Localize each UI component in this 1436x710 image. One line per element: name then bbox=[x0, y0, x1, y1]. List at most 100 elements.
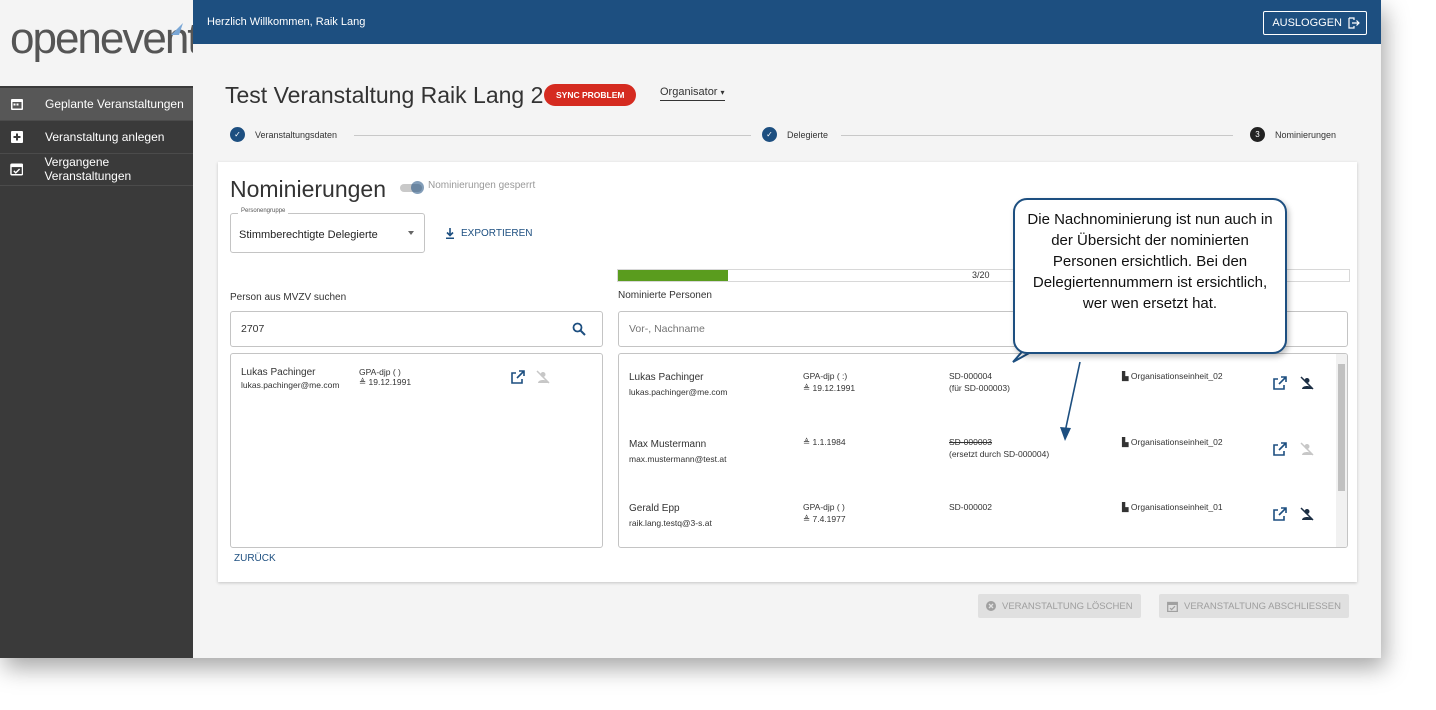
top-bar: Herzlich Willkommen, Raik Lang AUSLOGGEN bbox=[193, 0, 1381, 44]
birth-date: 7.4.1977 bbox=[812, 514, 846, 524]
calendar-check-icon bbox=[1167, 601, 1178, 612]
sync-problem-badge[interactable]: SYNC PROBLEM bbox=[544, 84, 637, 106]
table-row: Lukas Pachinger lukas.pachinger@me.com G… bbox=[619, 362, 1319, 424]
person-email: lukas.pachinger@me.com bbox=[241, 380, 340, 390]
person-icon: ≜ bbox=[803, 383, 811, 393]
progress-fill bbox=[618, 270, 728, 281]
step-label: Veranstaltungsdaten bbox=[255, 129, 338, 140]
birth-date: 19.12.1991 bbox=[368, 377, 412, 387]
table-row: Max Mustermann max.mustermann@test.at ≜ … bbox=[619, 426, 1319, 488]
step-label: Delegierte bbox=[787, 129, 829, 140]
step-nominierungen[interactable]: 3 Nominierungen bbox=[1250, 127, 1336, 142]
remove-nomination-icon[interactable] bbox=[1300, 376, 1314, 390]
scrollbar-thumb[interactable] bbox=[1338, 364, 1345, 491]
export-label: EXPORTIEREN bbox=[461, 228, 533, 239]
logo[interactable]: openevents bbox=[0, 0, 220, 86]
open-external-icon[interactable] bbox=[1273, 442, 1287, 456]
chevron-down-icon: ▾ bbox=[720, 88, 725, 97]
event-title: Test Veranstaltung Raik Lang 2 bbox=[225, 82, 544, 108]
remove-nomination-icon[interactable] bbox=[1300, 507, 1314, 521]
sidebar-item-geplante[interactable]: Geplante Veranstaltungen bbox=[0, 88, 193, 121]
open-external-icon[interactable] bbox=[1273, 507, 1287, 521]
step-veranstaltungsdaten[interactable]: ✓ Veranstaltungsdaten bbox=[230, 127, 337, 142]
delegate-number-text: SD-000003 bbox=[949, 437, 993, 447]
person-name: Gerald Epp bbox=[629, 503, 680, 514]
person-birth: ≜ 19.12.1991 bbox=[803, 382, 855, 395]
sidebar-item-vergangene[interactable]: Vergangene Veranstaltungen bbox=[0, 153, 193, 186]
person-off-icon bbox=[536, 370, 550, 384]
nominated-list: Lukas Pachinger lukas.pachinger@me.com G… bbox=[618, 353, 1348, 548]
logo-mark-icon bbox=[171, 23, 183, 35]
export-button[interactable]: EXPORTIEREN bbox=[445, 228, 533, 239]
progress-text: 3/20 bbox=[972, 270, 990, 280]
person-icon: ≜ bbox=[803, 514, 811, 524]
delete-event-button[interactable]: VERANSTALTUNG LÖSCHEN bbox=[978, 594, 1141, 618]
person-email: raik.lang.testq@3-s.at bbox=[629, 518, 712, 528]
person-birth: ≜ 19.12.1991 bbox=[359, 376, 411, 389]
toggle-knob bbox=[411, 181, 424, 194]
person-name: Lukas Pachinger bbox=[629, 372, 704, 383]
person-search-field[interactable] bbox=[230, 311, 603, 347]
sidebar-item-label: Vergangene Veranstaltungen bbox=[44, 155, 132, 183]
delegate-number: SD-000002 bbox=[949, 502, 993, 512]
open-external-icon[interactable] bbox=[1273, 376, 1287, 390]
calendar-icon bbox=[11, 99, 23, 110]
org-unit-label: Organisationseinheit_02 bbox=[1130, 437, 1223, 447]
lock-toggle-label: Nominierungen gesperrt bbox=[428, 180, 536, 191]
logout-label: AUSLOGGEN bbox=[1272, 17, 1342, 29]
person-icon: ≜ bbox=[803, 437, 811, 447]
check-circle-icon: ✓ bbox=[762, 127, 777, 142]
step-delegierte[interactable]: ✓ Delegierte bbox=[762, 127, 828, 142]
person-email: lukas.pachinger@me.com bbox=[629, 387, 728, 397]
cancel-circle-icon bbox=[986, 601, 996, 611]
step-label: Nominierungen bbox=[1275, 129, 1337, 140]
open-external-icon[interactable] bbox=[511, 370, 525, 384]
building-icon: ▙ bbox=[1122, 502, 1129, 512]
calendar-check-icon bbox=[10, 163, 24, 176]
logout-button[interactable]: AUSLOGGEN bbox=[1263, 11, 1367, 35]
nominated-filter-input[interactable] bbox=[627, 322, 931, 336]
group-legend: Personengruppe bbox=[238, 208, 289, 214]
person-birth: ≜ 7.4.1977 bbox=[803, 513, 846, 526]
logo-text: openevents bbox=[10, 14, 220, 63]
role-dropdown[interactable]: Organisator ▾ bbox=[660, 86, 725, 101]
close-event-label: VERANSTALTUNG ABSCHLIESSEN bbox=[1184, 600, 1341, 612]
person-birth: ≜ 1.1.1984 bbox=[803, 436, 846, 449]
nominations-title: Nominierungen bbox=[230, 176, 386, 202]
step-connector bbox=[354, 135, 751, 136]
check-circle-icon: ✓ bbox=[230, 127, 245, 142]
close-event-button[interactable]: VERANSTALTUNG ABSCHLIESSEN bbox=[1159, 594, 1349, 618]
org-unit-label: Organisationseinheit_01 bbox=[1130, 502, 1223, 512]
logout-icon bbox=[1348, 17, 1360, 29]
org-unit: ▙ Organisationseinheit_02 bbox=[1122, 436, 1223, 449]
group-value: Stimmberechtigte Delegierte bbox=[239, 229, 378, 241]
step-connector bbox=[841, 135, 1233, 136]
nominated-label: Nominierte Personen bbox=[618, 290, 712, 301]
lock-toggle[interactable] bbox=[400, 181, 424, 194]
delete-event-label: VERANSTALTUNG LÖSCHEN bbox=[1002, 600, 1133, 612]
nominated-list-scrollbar[interactable] bbox=[1336, 354, 1347, 547]
sidebar-item-anlegen[interactable]: Veranstaltung anlegen bbox=[0, 121, 193, 154]
delegate-note: (für SD-000003) bbox=[949, 383, 1010, 393]
org-unit: ▙ Organisationseinheit_02 bbox=[1122, 370, 1223, 383]
welcome-text: Herzlich Willkommen, Raik Lang bbox=[207, 16, 366, 28]
annotation-callout: Die Nachnominierung ist nun auch in der … bbox=[1013, 198, 1287, 354]
role-label: Organisator bbox=[660, 86, 718, 98]
remove-nomination-disabled-icon bbox=[1300, 442, 1314, 456]
callout-text: Die Nachnominierung ist nun auch in der … bbox=[1027, 211, 1273, 312]
person-search-input[interactable] bbox=[239, 322, 543, 336]
search-results-list: Lukas Pachinger lukas.pachinger@me.com G… bbox=[230, 353, 603, 548]
building-icon: ▙ bbox=[1122, 437, 1129, 447]
group-select[interactable]: Personengruppe Stimmberechtigte Delegier… bbox=[230, 208, 425, 253]
person-icon: ≜ bbox=[359, 377, 367, 387]
sidebar-item-label: Geplante Veranstaltungen bbox=[45, 97, 184, 111]
person-name: Max Mustermann bbox=[629, 439, 707, 450]
org-unit-label: Organisationseinheit_02 bbox=[1130, 371, 1223, 381]
building-icon: ▙ bbox=[1122, 371, 1129, 381]
plus-box-icon bbox=[11, 131, 23, 143]
search-label: Person aus MVZV suchen bbox=[230, 292, 347, 303]
step-number-badge: 3 bbox=[1250, 127, 1265, 142]
birth-date: 19.12.1991 bbox=[812, 383, 856, 393]
back-button[interactable]: ZURÜCK bbox=[234, 553, 276, 564]
delegate-note: (ersetzt durch SD-000004) bbox=[949, 449, 1050, 459]
